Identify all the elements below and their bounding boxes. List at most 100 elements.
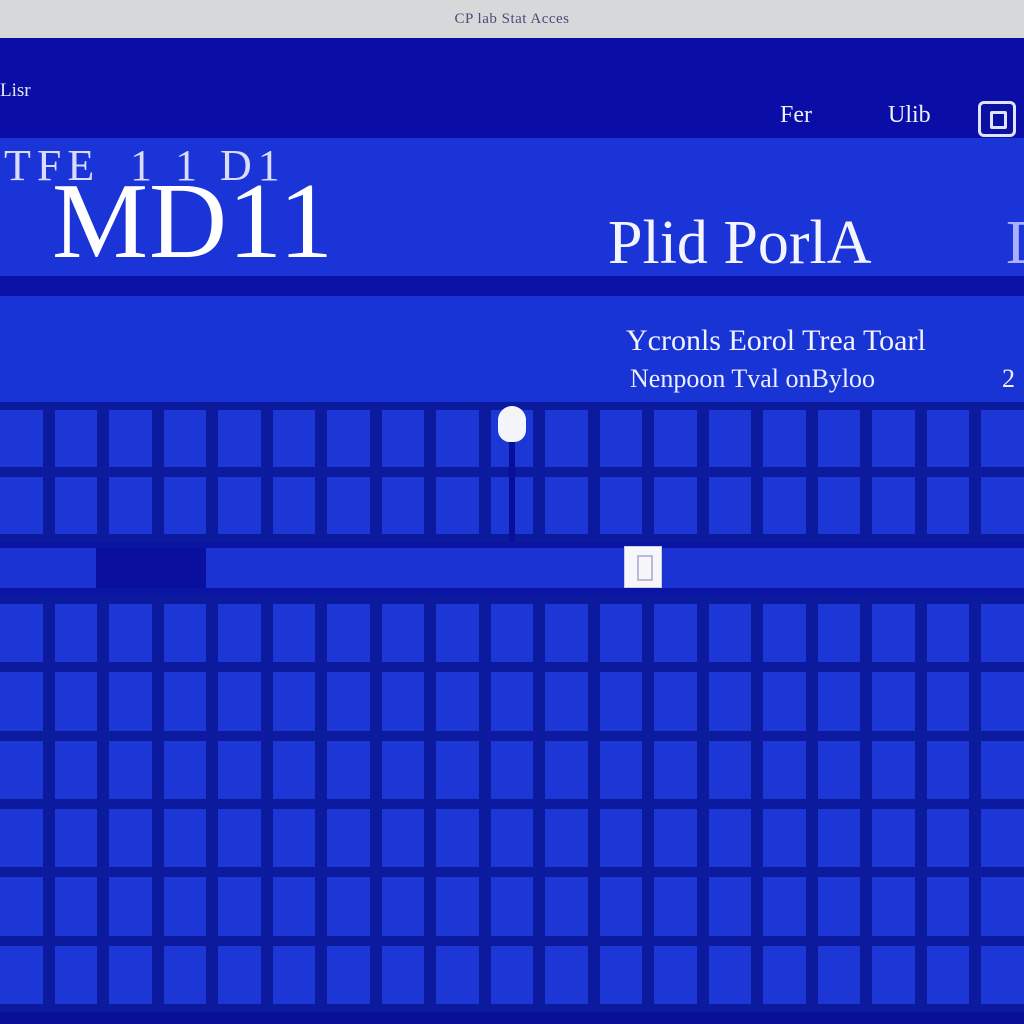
grid-tile[interactable]: [272, 877, 316, 936]
grid-tile[interactable]: [218, 672, 261, 731]
grid-tile[interactable]: [708, 808, 752, 868]
grid-tile[interactable]: [654, 410, 697, 467]
grid-tile[interactable]: [436, 672, 479, 731]
grid-tile[interactable]: [763, 672, 806, 731]
grid-tile[interactable]: [381, 477, 425, 534]
grid-tile[interactable]: [545, 410, 588, 467]
grid-tile[interactable]: [708, 877, 752, 936]
grid-tile[interactable]: [109, 877, 152, 936]
grid-tile[interactable]: [981, 410, 1024, 467]
grid-tile[interactable]: [490, 877, 534, 936]
grid-tile[interactable]: [272, 672, 316, 731]
grid-tile[interactable]: [817, 410, 861, 467]
grid-tile[interactable]: [0, 740, 43, 799]
grid-tile[interactable]: [109, 808, 152, 868]
grid-tile[interactable]: [490, 672, 534, 731]
grid-tile[interactable]: [872, 740, 915, 799]
grid-tile[interactable]: [54, 877, 98, 936]
grid-tile[interactable]: [654, 808, 697, 868]
grid-tile[interactable]: [54, 410, 98, 467]
grid-tile[interactable]: [0, 604, 43, 663]
grid-tile[interactable]: [327, 945, 370, 1004]
grid-tile[interactable]: [381, 740, 425, 799]
grid-tile[interactable]: [436, 410, 479, 467]
grid-tile[interactable]: [926, 740, 970, 799]
grid-tile[interactable]: [763, 945, 806, 1004]
grid-tile[interactable]: [381, 808, 425, 868]
grid-tile[interactable]: [272, 945, 316, 1004]
grid-tile[interactable]: [218, 945, 261, 1004]
grid-tile[interactable]: [599, 740, 643, 799]
grid-tile[interactable]: [163, 477, 207, 534]
grid-tile[interactable]: [763, 477, 806, 534]
grid-tile[interactable]: [926, 604, 970, 663]
grid-tile[interactable]: [926, 672, 970, 731]
grid-tile[interactable]: [817, 877, 861, 936]
grid-tile[interactable]: [981, 808, 1024, 868]
grid-tile[interactable]: [817, 477, 861, 534]
grid-tile[interactable]: [545, 672, 588, 731]
grid-tile[interactable]: [381, 945, 425, 1004]
back-link[interactable]: Lisr: [0, 80, 31, 102]
grid-tile[interactable]: [218, 877, 261, 936]
grid-tile[interactable]: [327, 477, 370, 534]
grid-tile[interactable]: [0, 945, 43, 1004]
grid-tile[interactable]: [381, 604, 425, 663]
grid-tile[interactable]: [0, 477, 43, 534]
grid-tile[interactable]: [763, 604, 806, 663]
grid-tile[interactable]: [599, 477, 643, 534]
grid-tile[interactable]: [545, 945, 588, 1004]
grid-tile[interactable]: [0, 672, 43, 731]
grid-tile[interactable]: [981, 672, 1024, 731]
grid-tile[interactable]: [545, 740, 588, 799]
grid-tile[interactable]: [708, 672, 752, 731]
marker-pin-icon[interactable]: [498, 406, 526, 442]
grid-tile[interactable]: [981, 945, 1024, 1004]
grid-tile[interactable]: [981, 877, 1024, 936]
grid-tile[interactable]: [872, 945, 915, 1004]
grid-tile[interactable]: [54, 740, 98, 799]
grid-tile[interactable]: [545, 808, 588, 868]
grid-tile[interactable]: [272, 604, 316, 663]
grid-tile[interactable]: [490, 945, 534, 1004]
grid-tile[interactable]: [981, 477, 1024, 534]
grid-tile[interactable]: [763, 877, 806, 936]
grid-tile[interactable]: [817, 808, 861, 868]
grid-tile[interactable]: [218, 740, 261, 799]
grid-tile[interactable]: [872, 877, 915, 936]
grid-tile[interactable]: [54, 945, 98, 1004]
grid-tile[interactable]: [109, 945, 152, 1004]
grid-tile[interactable]: [109, 604, 152, 663]
grid-tile[interactable]: [218, 808, 261, 868]
nav-item-fer[interactable]: Fer: [780, 102, 812, 129]
grid-tile[interactable]: [327, 740, 370, 799]
grid-tile[interactable]: [926, 410, 970, 467]
grid-tile[interactable]: [218, 477, 261, 534]
grid-tile[interactable]: [0, 877, 43, 936]
grid-tile[interactable]: [327, 808, 370, 868]
slider-thumb[interactable]: [624, 546, 662, 588]
grid-tile[interactable]: [109, 740, 152, 799]
grid-tile[interactable]: [654, 477, 697, 534]
grid-tile[interactable]: [109, 672, 152, 731]
grid-tile[interactable]: [436, 945, 479, 1004]
grid-tile[interactable]: [654, 740, 697, 799]
grid-tile[interactable]: [163, 410, 207, 467]
grid-tile[interactable]: [817, 740, 861, 799]
grid-tile[interactable]: [163, 877, 207, 936]
grid-tile[interactable]: [872, 410, 915, 467]
grid-tile[interactable]: [436, 604, 479, 663]
grid-tile[interactable]: [708, 477, 752, 534]
grid-tile[interactable]: [599, 604, 643, 663]
grid-tile[interactable]: [981, 740, 1024, 799]
grid-tile[interactable]: [763, 410, 806, 467]
grid-tile[interactable]: [926, 477, 970, 534]
grid-tile[interactable]: [327, 877, 370, 936]
grid-tile[interactable]: [926, 877, 970, 936]
grid-tile[interactable]: [163, 604, 207, 663]
grid-tile[interactable]: [926, 808, 970, 868]
grid-tile[interactable]: [381, 672, 425, 731]
grid-tile[interactable]: [708, 740, 752, 799]
grid-tile[interactable]: [599, 877, 643, 936]
grid-tile[interactable]: [54, 672, 98, 731]
